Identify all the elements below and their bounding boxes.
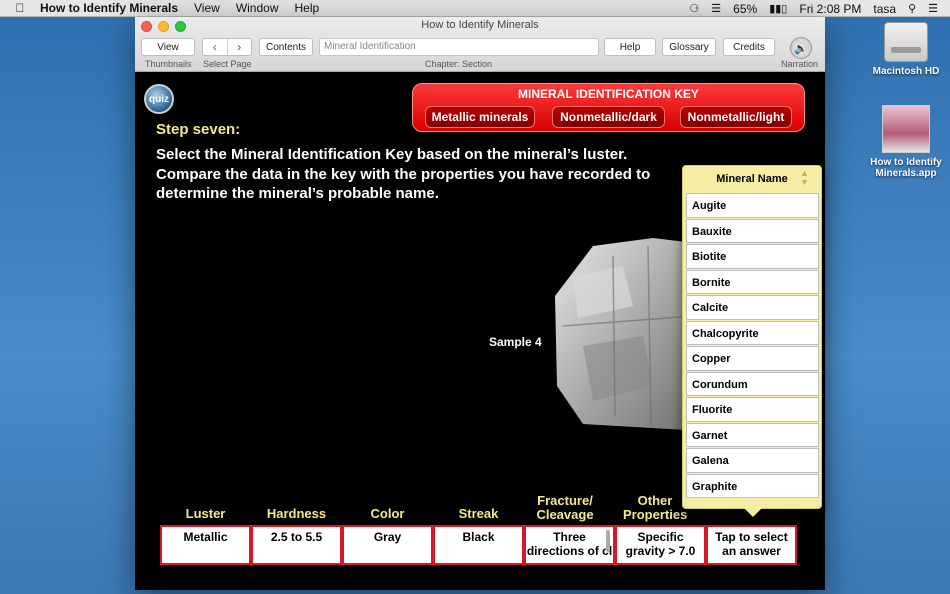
mineral-option[interactable]: Garnet — [686, 422, 819, 447]
instructions-text: Select the Mineral Identification Key ba… — [156, 146, 651, 202]
mineral-option[interactable]: Calcite — [686, 295, 819, 320]
mineral-option[interactable]: Galena — [686, 448, 819, 473]
mineral-option[interactable]: Corundum — [686, 371, 819, 396]
clock[interactable]: Fri 2:08 PM — [799, 2, 861, 16]
app-thumbnail-icon — [882, 105, 930, 153]
bluetooth-status-icon[interactable]: ⚆ — [689, 2, 699, 15]
mineral-sample-image — [555, 238, 703, 431]
narration-caption: Narration — [781, 59, 819, 69]
other-properties-value: Specific gravity > 7.0 — [615, 525, 706, 565]
header-hardness: Hardness — [266, 506, 327, 521]
header-fracture-cleavage: Fracture/ Cleavage — [536, 493, 594, 522]
nonmetallic-light-button[interactable]: Nonmetallic/light — [680, 106, 792, 128]
header-color: Color — [370, 506, 405, 521]
color-value: Gray — [342, 525, 433, 565]
mineral-option[interactable]: Copper — [686, 346, 819, 371]
mineral-option[interactable]: Fluorite — [686, 397, 819, 422]
desktop-icon-app[interactable]: How to Identify Minerals.app — [866, 105, 946, 179]
chapter-caption: Chapter: Section — [425, 59, 493, 69]
nonmetallic-dark-button[interactable]: Nonmetallic/dark — [552, 106, 665, 128]
window-title: How to Identify Minerals — [421, 19, 539, 31]
cell-scrollbar[interactable] — [606, 530, 610, 552]
luster-value: Metallic — [160, 525, 251, 565]
contents-button[interactable]: Contents — [259, 38, 313, 56]
select-page-caption: Select Page — [203, 59, 252, 69]
menu-view[interactable]: View — [194, 1, 220, 15]
hard-drive-icon — [884, 22, 928, 62]
next-page-icon[interactable]: › — [226, 39, 252, 55]
speaker-icon[interactable]: 🔊 — [790, 37, 812, 59]
mineral-name-dropdown: Mineral Name ▲ ▼ Augite Bauxite Biotite B… — [682, 165, 822, 517]
fracture-cleavage-text: Three directions of cl — [526, 530, 613, 558]
header-other-properties: Other Properties — [623, 493, 688, 522]
dropdown-header[interactable]: Mineral Name ▲ ▼ — [683, 166, 821, 192]
header-streak: Streak — [458, 506, 499, 521]
mineral-option[interactable]: Bornite — [686, 269, 819, 294]
sort-arrows-icon[interactable]: ▲ ▼ — [800, 169, 809, 187]
thumbnails-caption: Thumbnails — [145, 59, 192, 69]
credits-button[interactable]: Credits — [723, 38, 775, 56]
menu-bar:  How to Identify Minerals View Window H… — [0, 0, 950, 17]
wifi-icon[interactable]: ☰ — [711, 2, 721, 15]
battery-icon[interactable]: ▮▮▯ — [769, 2, 787, 15]
spotlight-search-icon[interactable]: ⚲ — [908, 2, 916, 15]
desktop-icon-label: Macintosh HD — [872, 66, 940, 77]
mineral-option[interactable]: Augite — [686, 193, 819, 218]
battery-percent[interactable]: 65% — [733, 2, 757, 16]
view-button[interactable]: View — [141, 38, 195, 56]
mineral-option[interactable]: Biotite — [686, 244, 819, 269]
desktop-icon-label: How to Identify Minerals.app — [870, 157, 942, 179]
sample-label: Sample 4 — [489, 335, 542, 349]
menu-help[interactable]: Help — [295, 1, 320, 15]
popover-pointer — [744, 508, 762, 517]
mineral-identification-key: MINERAL IDENTIFICATION KEY Metallic mine… — [412, 83, 805, 132]
mineral-option[interactable]: Chalcopyrite — [686, 320, 819, 345]
notification-center-icon[interactable]: ☰ — [928, 2, 938, 15]
dropdown-title: Mineral Name — [716, 173, 788, 185]
select-page-control: ‹ › — [202, 38, 252, 56]
answer-cell[interactable]: Tap to select an answer — [706, 525, 797, 565]
step-title: Step seven: — [156, 121, 241, 138]
table-row: Metallic 2.5 to 5.5 Gray Black Three dir… — [160, 525, 797, 565]
glossary-button[interactable]: Glossary — [662, 38, 716, 56]
app-name-menu[interactable]: How to Identify Minerals — [40, 1, 178, 15]
hardness-value: 2.5 to 5.5 — [251, 525, 342, 565]
menu-window[interactable]: Window — [236, 1, 279, 15]
desktop-icon-macintosh-hd[interactable]: Macintosh HD — [866, 22, 946, 77]
mineral-option[interactable]: Graphite — [686, 473, 819, 498]
user-name[interactable]: tasa — [873, 2, 896, 16]
mineral-list: Augite Bauxite Biotite Bornite Calcite C… — [686, 193, 819, 499]
previous-page-icon[interactable]: ‹ — [203, 39, 227, 55]
fracture-cleavage-value[interactable]: Three directions of cl — [524, 525, 615, 565]
header-luster: Luster — [185, 506, 226, 521]
help-button[interactable]: Help — [604, 38, 656, 56]
title-bar: How to Identify Minerals View Thumbnails… — [135, 17, 825, 72]
metallic-minerals-button[interactable]: Metallic minerals — [425, 106, 535, 128]
apple-menu-icon[interactable]:  — [0, 1, 40, 15]
mineral-option[interactable]: Bauxite — [686, 218, 819, 243]
key-title: MINERAL IDENTIFICATION KEY — [518, 87, 699, 101]
quiz-button[interactable]: quiz — [144, 84, 174, 114]
page-title-field[interactable]: Mineral Identification — [319, 38, 599, 56]
streak-value: Black — [433, 525, 524, 565]
